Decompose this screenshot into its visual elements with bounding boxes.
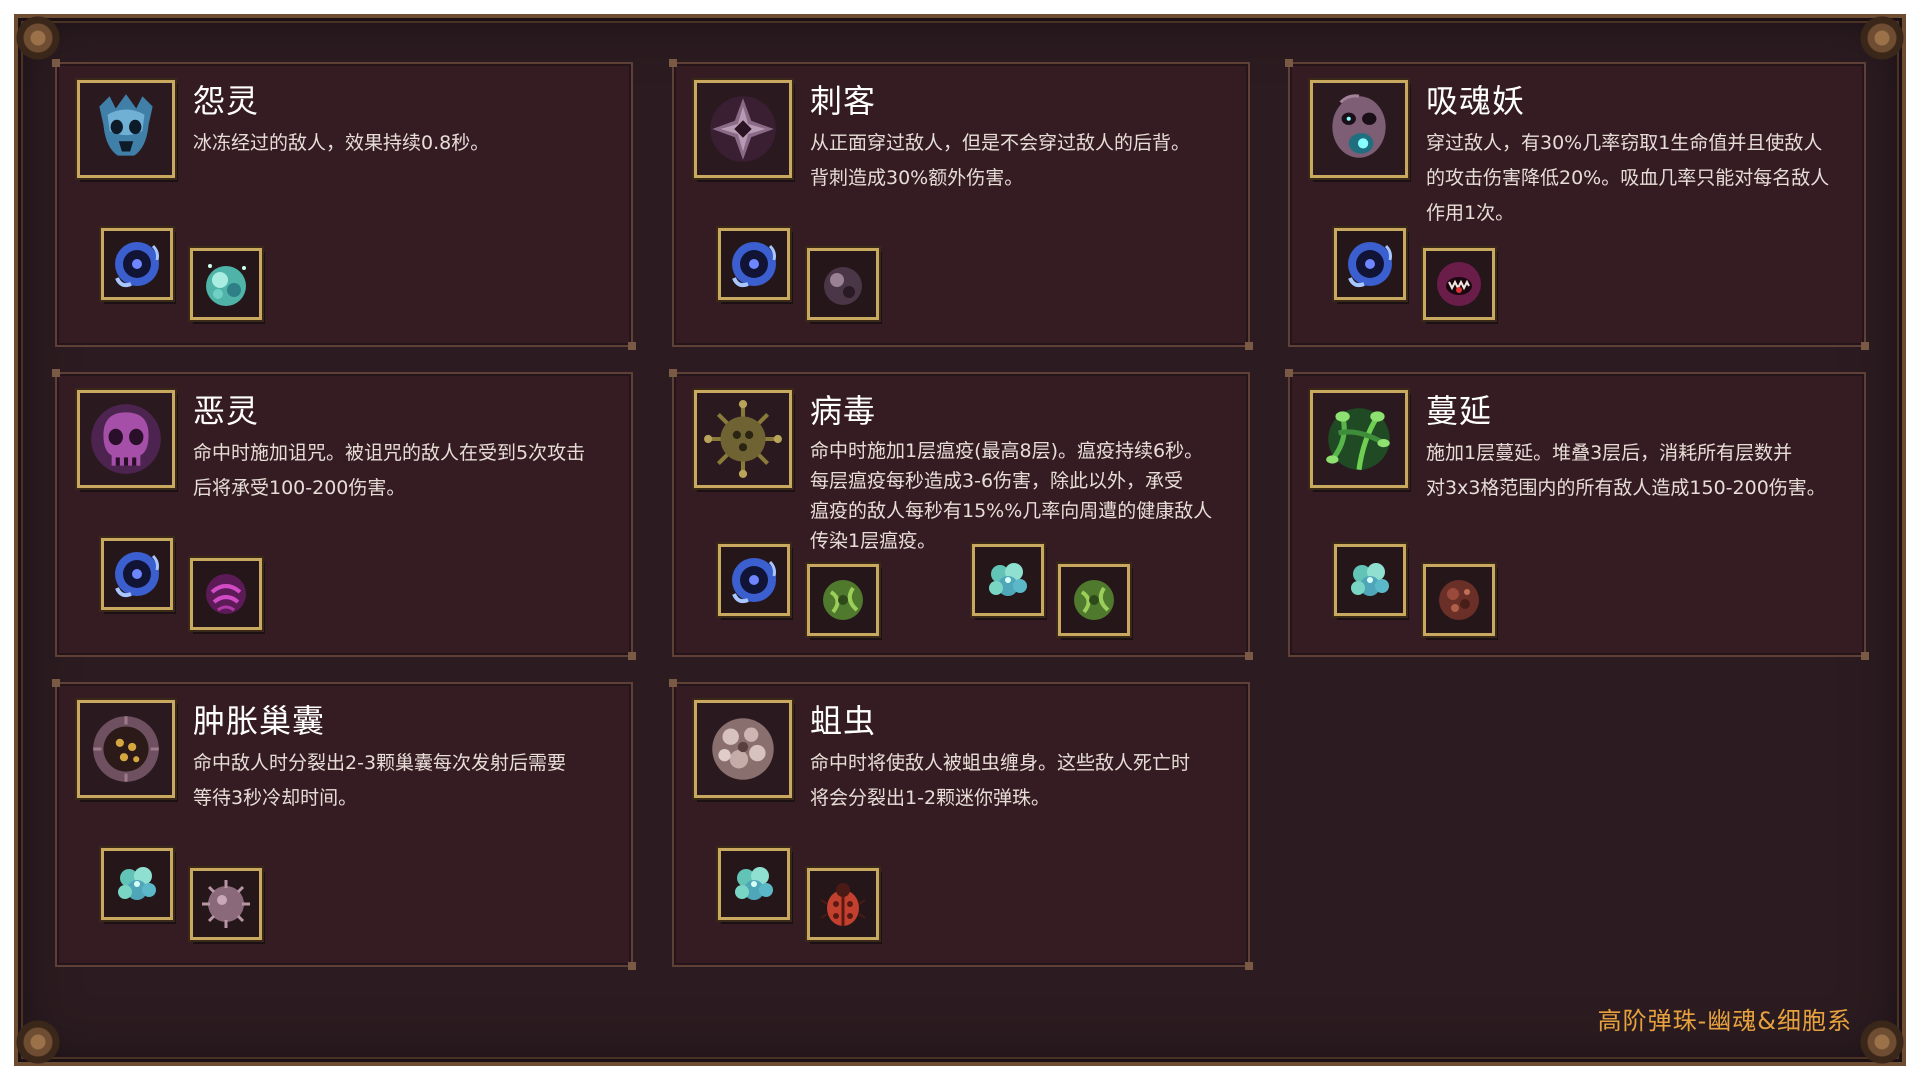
- ghost-skull-icon[interactable]: [77, 80, 175, 178]
- card-description: 命中时将使敌人被蛆虫缠身。这些敌人死亡时 将会分裂出1-2颗迷你弹珠。: [810, 752, 1191, 809]
- card-description: 从正面穿过敌人，但是不会穿过敌人的后背。 背刺造成30%额外伤害。: [810, 132, 1191, 189]
- corner-ornament: [1854, 10, 1910, 66]
- recipe-card-evil-spirit: 恶灵 命中时施加诅咒。被诅咒的敌人在受到5次攻击 后将承受100-200伤害。: [52, 369, 636, 660]
- cell-orb-icon[interactable]: [972, 544, 1044, 616]
- cell-orb-icon[interactable]: [1334, 544, 1406, 616]
- recipe-card-soul-sucker: 吸魂妖 穿过敌人，有30%几率窃取1生命值并且使敌人 的攻击伤害降低20%。吸血…: [1285, 59, 1869, 350]
- card-title: 刺客: [810, 82, 877, 120]
- card-title: 怨灵: [193, 82, 260, 120]
- card-title: 肿胀巢囊: [193, 702, 326, 740]
- card-title: 蔓延: [1426, 392, 1493, 430]
- ghost-orb-icon[interactable]: [1334, 228, 1406, 300]
- purple-skull-icon[interactable]: [77, 390, 175, 488]
- soul-sucker-icon[interactable]: [1310, 80, 1408, 178]
- cell-orb-icon[interactable]: [101, 848, 173, 920]
- card-title: 吸魂妖: [1426, 82, 1526, 120]
- corner-ornament: [1854, 1014, 1910, 1070]
- corner-ornament: [10, 1014, 66, 1070]
- plague-orb-icon[interactable]: [807, 564, 879, 636]
- category-footer: 高阶弹珠-幽魂&细胞系: [1597, 1007, 1852, 1035]
- recipe-card-spread: 蔓延 施加1层蔓延。堆叠3层后，消耗所有层数并 对3x3格范围内的所有敌人造成1…: [1285, 369, 1869, 660]
- shuriken-icon[interactable]: [694, 80, 792, 178]
- curse-orb-icon[interactable]: [190, 558, 262, 630]
- plague-orb-icon[interactable]: [1058, 564, 1130, 636]
- rust-orb-icon[interactable]: [1423, 564, 1495, 636]
- recipe-card-swollen-hive: 肿胀巢囊 命中敌人时分裂出2-3颗巢囊每次发射后需要 等待3秒冷却时间。: [52, 679, 636, 970]
- ghost-orb-icon[interactable]: [101, 228, 173, 300]
- card-description: 命中敌人时分裂出2-3颗巢囊每次发射后需要 等待3秒冷却时间。: [193, 752, 567, 809]
- vine-icon[interactable]: [1310, 390, 1408, 488]
- spore-orb-icon[interactable]: [190, 868, 262, 940]
- card-description: 冰冻经过的敌人，效果持续0.8秒。: [193, 132, 490, 154]
- card-title: 蛆虫: [810, 702, 877, 740]
- beetle-icon[interactable]: [807, 868, 879, 940]
- card-description: 命中时施加诅咒。被诅咒的敌人在受到5次攻击 后将承受100-200伤害。: [193, 442, 586, 499]
- card-description: 穿过敌人，有30%几率窃取1生命值并且使敌人 的攻击伤害降低20%。吸血几率只能…: [1426, 132, 1830, 224]
- card-description: 命中时施加1层瘟疫(最高8层)。瘟疫持续6秒。 每层瘟疫每秒造成3-6伤害，除此…: [810, 440, 1213, 552]
- dark-orb-icon[interactable]: [807, 248, 879, 320]
- recipe-card-virus: 病毒 命中时施加1层瘟疫(最高8层)。瘟疫持续6秒。 每层瘟疫每秒造成3-6伤害…: [669, 369, 1253, 660]
- ghost-orb-icon[interactable]: [101, 538, 173, 610]
- ghost-orb-icon[interactable]: [718, 544, 790, 616]
- recipe-card-assassin: 刺客 从正面穿过敌人，但是不会穿过敌人的后背。 背刺造成30%额外伤害。: [669, 59, 1253, 350]
- card-description: 施加1层蔓延。堆叠3层后，消耗所有层数并 对3x3格范围内的所有敌人造成150-…: [1426, 442, 1826, 499]
- maggot-cluster-icon[interactable]: [694, 700, 792, 798]
- frost-orb-icon[interactable]: [190, 248, 262, 320]
- hive-sac-icon[interactable]: [77, 700, 175, 798]
- card-title: 恶灵: [193, 392, 260, 430]
- card-title: 病毒: [810, 392, 877, 430]
- virus-icon[interactable]: [694, 390, 792, 488]
- corner-ornament: [10, 10, 66, 66]
- cell-orb-icon[interactable]: [718, 848, 790, 920]
- vampire-mouth-icon[interactable]: [1423, 248, 1495, 320]
- recipe-board: 怨灵 冰冻经过的敌人，效果持续0.8秒。 刺客 从正面穿过敌人，但是不会穿过敌人…: [10, 10, 1910, 1070]
- recipe-card-maggot: 蛆虫 命中时将使敌人被蛆虫缠身。这些敌人死亡时 将会分裂出1-2颗迷你弹珠。: [669, 679, 1253, 970]
- recipe-card-wraith: 怨灵 冰冻经过的敌人，效果持续0.8秒。: [52, 59, 636, 350]
- ghost-orb-icon[interactable]: [718, 228, 790, 300]
